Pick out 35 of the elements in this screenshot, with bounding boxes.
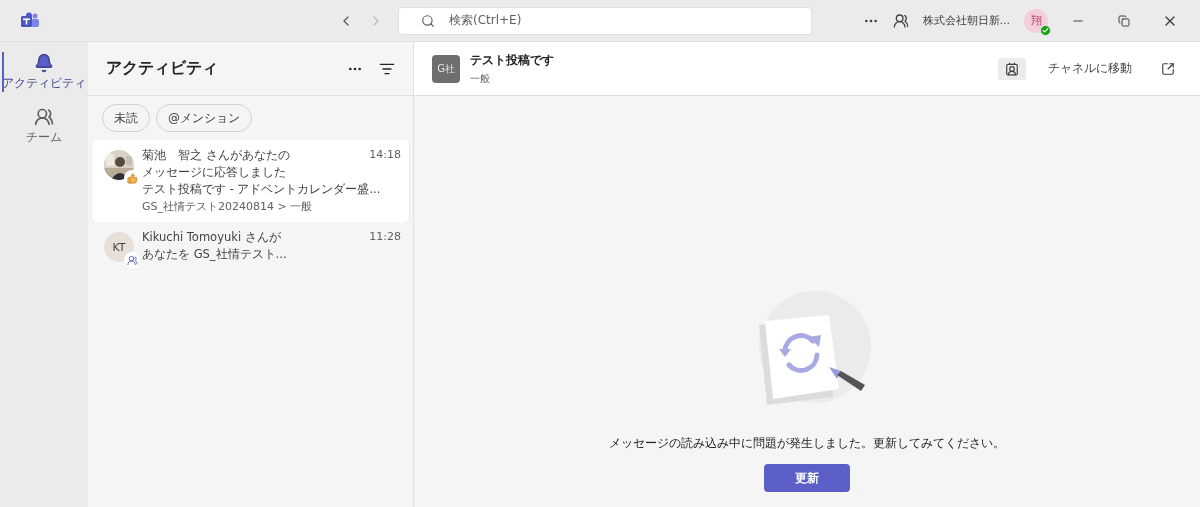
search-icon [421,13,435,28]
activity-text: あなたを GS_社情テスト... [142,247,288,262]
filter-chip[interactable]: @メンション [156,104,252,132]
restore-icon[interactable] [1118,14,1130,27]
app-logo-icon [20,11,40,30]
pop-out-icon [1161,61,1175,76]
channel-path: GS_社情テスト20240814 > 一般 [142,199,314,214]
activity-text: Kikuchi Tomoyuki さんが [142,230,281,245]
activity-text: 菊池 智之 さんがあなたの [142,148,290,163]
activity-time: 14:18 [369,148,401,163]
contact-card-button[interactable] [998,57,1026,80]
channel-avatar: G社 [432,54,460,83]
organization-name[interactable]: 株式会社朝日新... [922,13,1010,28]
thumbs-up-icon [124,170,140,186]
channel-name: 一般 [470,71,491,86]
rail-tab[interactable]: アクティビティ [0,48,88,96]
contact-card-icon [1005,61,1019,76]
bell-icon [34,53,54,73]
initials-avatar: KT [104,232,134,262]
activity-item[interactable]: 菊池 智之 さんがあなたの 14:18 メッセージに応答しました テスト投稿です - アドベントカレンダー盛... GS_社情テスト20240814 > 一般 [92,140,409,222]
people-icon [34,107,54,127]
refresh-button[interactable]: 更新 [764,464,850,492]
panel-title: アクティビティ [106,58,218,79]
activity-text: テスト投稿です - アドベントカレンダー盛... [142,182,382,197]
filter-chip[interactable]: 未読 [102,104,150,132]
people-icon [124,252,140,268]
search-placeholder: 検索(Ctrl+E) [449,12,522,29]
activity-time: 11:28 [369,230,401,245]
post-title: テスト投稿です [470,51,554,69]
user-avatar[interactable]: 翔 [1024,8,1048,33]
search-field[interactable]: 検索(Ctrl+E) [398,6,812,35]
error-message: メッセージの読み込み中に問題が発生しました。更新してみてください。 [609,435,1005,452]
activity-text: メッセージに応答しました [142,165,287,180]
go-to-channel-button[interactable]: チャネルに移動 [1042,59,1138,78]
rail-tab[interactable]: チーム [0,102,88,150]
